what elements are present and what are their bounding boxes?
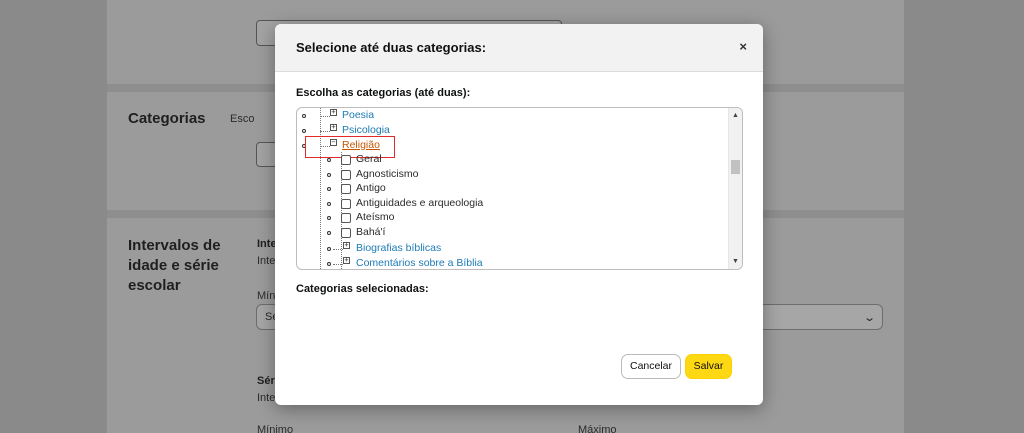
tree-item-antigo: Antigo bbox=[297, 181, 717, 195]
modal-header: Selecione até duas categorias: × bbox=[275, 24, 763, 72]
tree-item-psicologia: + Psicologia bbox=[297, 123, 717, 137]
tree-item-ateismo: Ateísmo bbox=[297, 210, 717, 224]
chevron-down-icon: ⌄ bbox=[862, 312, 876, 324]
checkbox[interactable] bbox=[341, 155, 351, 165]
tree-item-label[interactable]: Bahá'í bbox=[356, 225, 385, 239]
cancel-button[interactable]: Cancelar bbox=[621, 354, 681, 379]
intervalos-heading-line3: escolar bbox=[128, 277, 181, 294]
choose-categories-label: Escolha as categorias (até duas): bbox=[296, 87, 471, 99]
checkbox[interactable] bbox=[341, 213, 351, 223]
category-modal: Selecione até duas categorias: × Escolha… bbox=[275, 24, 763, 405]
tree-item-label[interactable]: Antiguidades e arqueologia bbox=[356, 196, 483, 210]
intervalos-heading-line1: Intervalos de bbox=[128, 237, 221, 254]
tree-item-biografias: + Biografias bíblicas bbox=[297, 241, 717, 255]
scrollbar-thumb[interactable] bbox=[731, 160, 740, 174]
tree-item-label[interactable]: Psicologia bbox=[342, 123, 390, 137]
checkbox[interactable] bbox=[341, 228, 351, 238]
selected-categories-label: Categorias selecionadas: bbox=[296, 283, 429, 295]
idade-label: Inte bbox=[257, 238, 277, 250]
tree-item-antiguidades: Antiguidades e arqueologia bbox=[297, 196, 717, 210]
tree-item-label[interactable]: Biografias bíblicas bbox=[356, 241, 441, 255]
tree-item-label[interactable]: Antigo bbox=[356, 181, 386, 195]
intervalos-heading-line2: idade e série bbox=[128, 257, 219, 274]
expand-icon[interactable]: + bbox=[343, 242, 350, 249]
tree-bullet bbox=[327, 202, 331, 206]
tree-bullet bbox=[327, 173, 331, 177]
tree-item-label[interactable]: Comentários sobre a Bíblia bbox=[356, 256, 483, 269]
checkbox[interactable] bbox=[341, 199, 351, 209]
serie-max-label: Máximo bbox=[578, 424, 617, 433]
tree-item-label[interactable]: Agnosticismo bbox=[356, 167, 418, 181]
categorias-hint: Esco bbox=[230, 113, 255, 125]
modal-title: Selecione até duas categorias: bbox=[296, 40, 487, 55]
expand-icon[interactable]: + bbox=[343, 257, 350, 264]
expand-icon[interactable]: + bbox=[330, 124, 337, 131]
max-age-select: ⌄ bbox=[763, 304, 883, 330]
serie-hint: Inte bbox=[257, 392, 276, 404]
scroll-down-icon[interactable]: ▼ bbox=[732, 258, 739, 265]
tree-item-bahai: Bahá'í bbox=[297, 225, 717, 239]
tree-bullet bbox=[327, 187, 331, 191]
tree-scrollbar[interactable]: ▲ ▼ bbox=[728, 108, 742, 269]
tree-bullet bbox=[327, 158, 331, 162]
tree-bullet bbox=[327, 247, 331, 251]
checkbox[interactable] bbox=[341, 170, 351, 180]
min-age-label: Mín bbox=[257, 290, 276, 302]
scroll-up-icon[interactable]: ▲ bbox=[732, 112, 739, 119]
tree-item-agnosticismo: Agnosticismo bbox=[297, 167, 717, 181]
categorias-heading: Categorias bbox=[128, 110, 206, 127]
serie-min-label: Mínimo bbox=[257, 424, 294, 433]
tree-content: + Poesia + Psicologia − Religião Geral A… bbox=[297, 108, 728, 269]
close-icon[interactable]: × bbox=[739, 39, 747, 54]
tree-bullet bbox=[327, 216, 331, 220]
tree-item-label[interactable]: Geral bbox=[356, 152, 382, 166]
checkbox[interactable] bbox=[341, 184, 351, 194]
tree-bullet bbox=[302, 114, 306, 118]
tree-bullet bbox=[302, 129, 306, 133]
tree-item-label[interactable]: Poesia bbox=[342, 108, 374, 122]
tree-item-label[interactable]: Ateísmo bbox=[356, 210, 395, 224]
save-button[interactable]: Salvar bbox=[685, 354, 732, 379]
tree-bullet bbox=[327, 231, 331, 235]
tree-bullet bbox=[327, 262, 331, 266]
tree-item-geral: Geral bbox=[297, 152, 717, 166]
idade-hint: Inte bbox=[257, 255, 276, 267]
tree-item-comentarios: + Comentários sobre a Bíblia bbox=[297, 256, 717, 269]
expand-icon[interactable]: + bbox=[330, 109, 337, 116]
category-tree[interactable]: + Poesia + Psicologia − Religião Geral A… bbox=[296, 107, 743, 270]
tree-item-poesia: + Poesia bbox=[297, 108, 717, 122]
